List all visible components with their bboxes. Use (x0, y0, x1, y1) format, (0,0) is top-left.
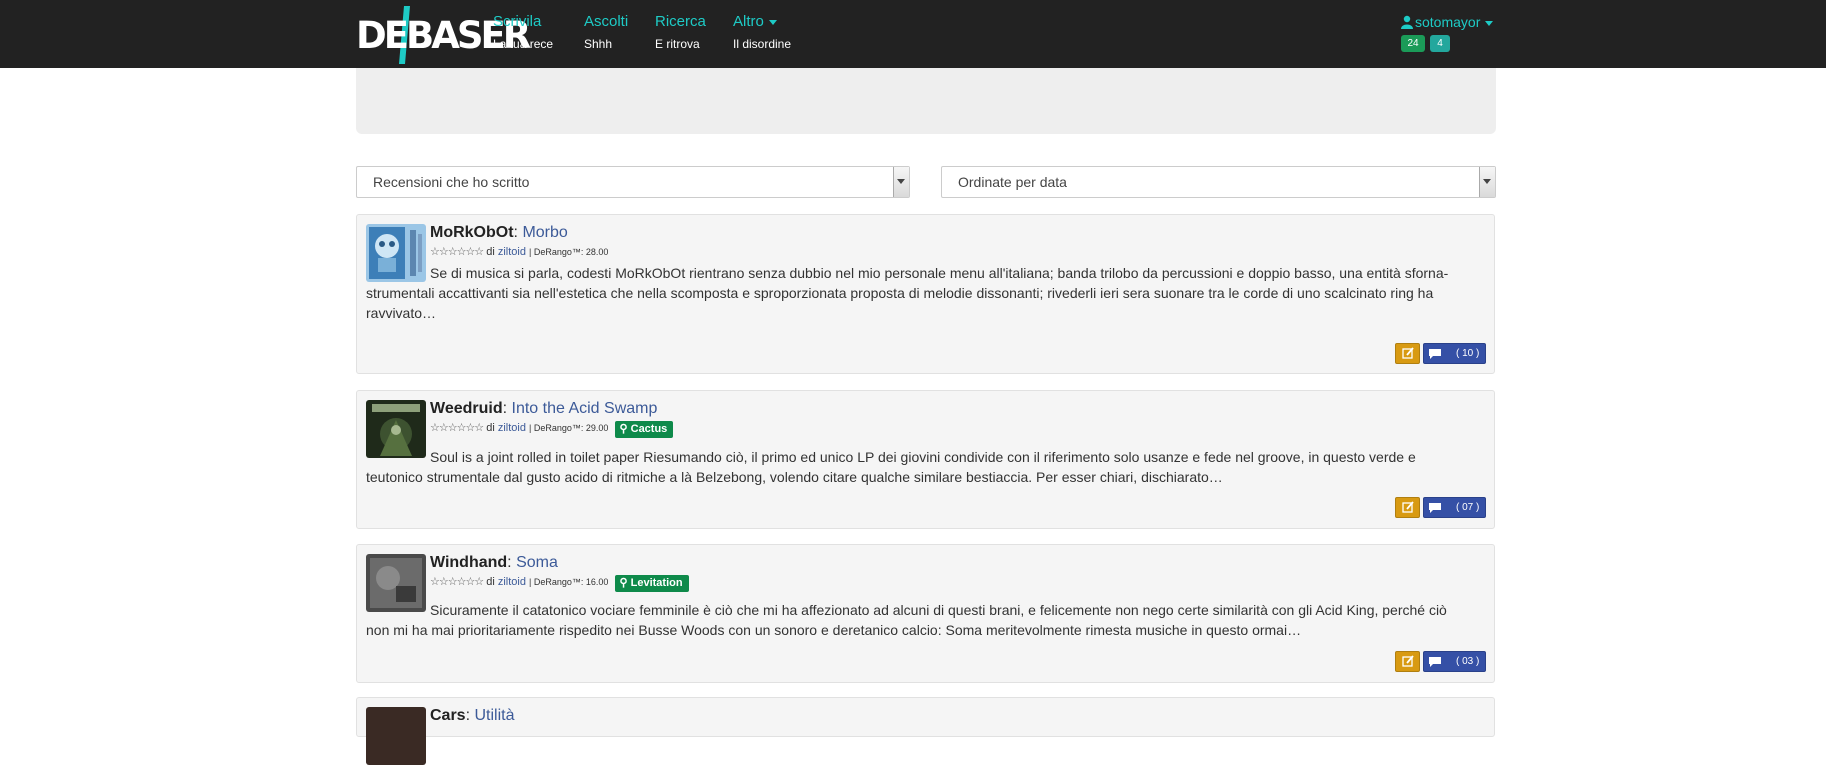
review-card: Weedruid: Into the Acid Swamp ☆☆☆☆☆☆ di … (356, 390, 1495, 529)
nav-altro-sub: Il disordine (733, 37, 792, 51)
album-cover[interactable] (366, 707, 426, 765)
order-select[interactable]: Ordinate per data (941, 166, 1496, 198)
review-title: Windhand: Soma (430, 553, 558, 573)
top-navbar: DEBASER Scrivila La tua rece Ascolti Shh… (0, 0, 1826, 68)
review-meta: ☆☆☆☆☆☆ di ziltoid | DeRango™: 28.00 (430, 245, 608, 260)
author-link[interactable]: ziltoid (498, 576, 526, 588)
comments-button[interactable]: ( 07 ) (1423, 497, 1486, 518)
chevron-down-icon (1485, 20, 1494, 26)
by-label: di (486, 422, 495, 434)
chevron-down-icon[interactable] (1479, 167, 1495, 197)
review-meta: ☆☆☆☆☆☆ di ziltoid | DeRango™: 16.00 ⚲ Le… (430, 575, 689, 592)
notification-badge-green[interactable]: 24 (1401, 35, 1425, 52)
album-title[interactable]: Into the Acid Swamp (512, 400, 658, 417)
review-card: MoRkObOt: Morbo ☆☆☆☆☆☆ di ziltoid | DeRa… (356, 214, 1495, 374)
author-link[interactable]: ziltoid (498, 246, 526, 258)
trophy-icon: ⚲ (619, 423, 628, 435)
nav-scrivila-sub: La tua rece (493, 37, 554, 51)
title-separator: : (513, 224, 518, 241)
artist-name[interactable]: Windhand (430, 554, 507, 571)
reviews-filter-value: Recensioni che ho scritto (373, 174, 530, 190)
title-separator: : (507, 554, 512, 571)
nav-ricerca[interactable]: Ricerca E ritrova (655, 12, 706, 54)
edit-icon (1402, 501, 1414, 513)
album-title[interactable]: Soma (516, 554, 558, 571)
review-excerpt: Sicuramente il catatonico vociare femmin… (366, 602, 1447, 638)
notification-badge-teal[interactable]: 4 (1430, 35, 1450, 52)
trophy-icon: ⚲ (619, 577, 628, 589)
album-title[interactable]: Morbo (522, 224, 567, 241)
review-card: Cars: Utilità (356, 697, 1495, 765)
review-title: Cars: Utilità (430, 706, 515, 726)
rating-stars-icon: ☆☆☆☆☆☆ (430, 422, 484, 434)
review-card: Windhand: Soma ☆☆☆☆☆☆ di ziltoid | DeRan… (356, 544, 1495, 683)
comments-button[interactable]: ( 03 ) (1423, 651, 1486, 672)
title-separator: : (465, 707, 471, 724)
edit-button[interactable] (1395, 651, 1420, 672)
comments-button[interactable]: ( 10 ) (1423, 343, 1486, 364)
edit-button[interactable] (1395, 343, 1420, 364)
banner-area (356, 68, 1496, 134)
album-title[interactable]: Utilità (474, 707, 514, 724)
comment-icon (1429, 503, 1441, 513)
artist-name[interactable]: Weedruid (430, 400, 503, 417)
nav-altro-title[interactable]: Altro (733, 12, 791, 32)
site-logo[interactable]: DEBASER (356, 6, 531, 64)
by-label: di (486, 576, 495, 588)
title-separator: : (502, 400, 508, 417)
rating-stars-icon: ☆☆☆☆☆☆ (430, 576, 484, 588)
comments-count: ( 07 ) (1456, 502, 1480, 513)
user-icon (1401, 15, 1413, 29)
review-excerpt: Soul is a joint rolled in toilet paper R… (366, 449, 1416, 485)
comments-count: ( 03 ) (1456, 656, 1480, 667)
edit-icon (1402, 655, 1414, 667)
derango-score: | DeRango™: 16.00 (529, 577, 609, 587)
review-excerpt: Se di musica si parla, codesti MoRkObOt … (366, 265, 1449, 321)
comment-icon (1429, 657, 1441, 667)
derango-score: | DeRango™: 28.00 (529, 247, 609, 257)
nav-altro[interactable]: Altro Il disordine (733, 12, 791, 54)
chevron-down-icon (768, 19, 777, 25)
nav-ricerca-sub: E ritrova (655, 37, 700, 51)
reviews-filter-select[interactable]: Recensioni che ho scritto (356, 166, 910, 198)
review-meta: ☆☆☆☆☆☆ di ziltoid | DeRango™: 29.00 ⚲ Ca… (430, 421, 674, 438)
nav-altro-label[interactable]: Altro (733, 13, 764, 30)
award-badge[interactable]: ⚲ Cactus (614, 421, 674, 438)
nav-scrivila[interactable]: Scrivila La tua rece (493, 12, 553, 54)
nav-ascolti[interactable]: Ascolti Shhh (584, 12, 628, 54)
derango-score: | DeRango™: 29.00 (529, 423, 609, 433)
artist-name[interactable]: Cars (430, 707, 466, 724)
award-label: Cactus (630, 423, 668, 435)
nav-scrivila-title[interactable]: Scrivila (493, 12, 553, 32)
nav-ascolti-sub: Shhh (584, 37, 613, 51)
nav-ascolti-title[interactable]: Ascolti (584, 12, 628, 32)
order-value: Ordinate per data (958, 174, 1067, 190)
comments-count: ( 10 ) (1456, 348, 1480, 359)
review-title: MoRkObOt: Morbo (430, 223, 568, 243)
comment-icon (1429, 349, 1441, 359)
award-badge[interactable]: ⚲ Levitation (614, 575, 689, 592)
author-link[interactable]: ziltoid (498, 422, 526, 434)
review-title: Weedruid: Into the Acid Swamp (430, 399, 657, 419)
edit-icon (1402, 347, 1414, 359)
user-menu[interactable]: sotomayor (1401, 12, 1494, 32)
by-label: di (486, 246, 495, 258)
rating-stars-icon: ☆☆☆☆☆☆ (430, 246, 484, 258)
award-label: Levitation (630, 577, 683, 589)
nav-ricerca-title[interactable]: Ricerca (655, 12, 706, 32)
user-name[interactable]: sotomayor (1415, 14, 1480, 30)
artist-name[interactable]: MoRkObOt (430, 224, 514, 241)
edit-button[interactable] (1395, 497, 1420, 518)
chevron-down-icon[interactable] (893, 167, 909, 197)
